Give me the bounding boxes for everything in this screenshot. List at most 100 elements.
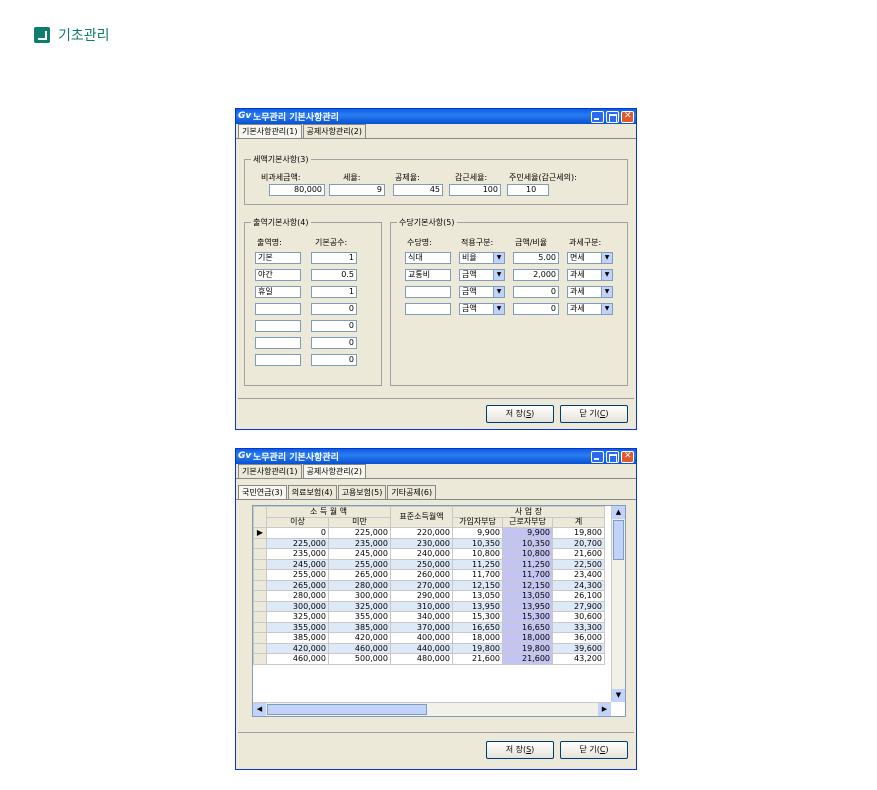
minimize-icon[interactable] <box>591 450 604 463</box>
row-selector[interactable] <box>253 642 267 654</box>
amount-input[interactable]: 5.00 <box>513 252 559 264</box>
table-row[interactable]: 385,000 420,000 400,000 18,000 18,000 36,000 <box>253 632 605 644</box>
chevron-down-icon[interactable]: ▼ <box>493 304 504 314</box>
table-cell[interactable]: 13,050 <box>502 590 553 602</box>
table-cell[interactable]: 24,300 <box>552 579 605 591</box>
row-selector[interactable] <box>253 579 267 591</box>
row-selector[interactable] <box>253 590 267 602</box>
deduction-rate-input[interactable]: 45 <box>393 184 443 196</box>
tab-deduction[interactable]: 공제사항관리(2) <box>302 124 366 138</box>
work-name-input[interactable] <box>255 303 301 315</box>
table-cell[interactable]: 18,000 <box>502 632 553 644</box>
table-cell[interactable]: 9,900 <box>452 527 503 539</box>
window-titlebar[interactable]: Gv 노무관리 기본사항관리 <box>236 449 636 464</box>
row-selector[interactable] <box>253 632 267 644</box>
amount-input[interactable]: 0 <box>513 303 559 315</box>
table-cell[interactable]: 300,000 <box>328 590 391 602</box>
tab-other[interactable]: 기타공제(6) <box>387 485 437 499</box>
table-cell[interactable]: 33,300 <box>552 621 605 633</box>
table-cell[interactable]: 13,950 <box>502 600 553 612</box>
tax-type-select[interactable]: 과세 ▼ <box>567 286 613 298</box>
table-cell[interactable]: 18,000 <box>452 632 503 644</box>
window-titlebar[interactable]: Gv 노무관리 기본사항관리 <box>236 109 636 124</box>
table-cell[interactable]: 385,000 <box>266 632 329 644</box>
table-cell[interactable]: 245,000 <box>266 558 329 570</box>
table-cell[interactable]: 26,100 <box>552 590 605 602</box>
save-button[interactable]: 저 장(S) <box>486 741 554 759</box>
table-cell[interactable]: 235,000 <box>266 548 329 560</box>
table-cell[interactable]: 480,000 <box>390 653 453 665</box>
maximize-icon[interactable] <box>606 110 619 123</box>
table-row[interactable]: 245,000 255,000 250,000 11,250 11,250 22,500 <box>253 558 605 570</box>
scroll-thumb[interactable] <box>267 704 427 715</box>
table-row[interactable]: 255,000 265,000 260,000 11,700 11,700 23,400 <box>253 569 605 581</box>
row-selector[interactable] <box>253 600 267 612</box>
table-cell[interactable]: 265,000 <box>328 569 391 581</box>
table-cell[interactable]: 325,000 <box>266 611 329 623</box>
minimize-icon[interactable] <box>591 110 604 123</box>
vertical-scrollbar[interactable]: ▲ ▼ <box>611 506 625 702</box>
table-cell[interactable]: 11,700 <box>502 569 553 581</box>
table-cell[interactable]: 240,000 <box>390 548 453 560</box>
table-cell[interactable]: 420,000 <box>328 632 391 644</box>
close-button[interactable]: 닫 기(C) <box>560 741 628 759</box>
row-selector[interactable] <box>253 611 267 623</box>
table-cell[interactable]: 310,000 <box>390 600 453 612</box>
table-cell[interactable]: 16,650 <box>452 621 503 633</box>
table-cell[interactable]: 43,200 <box>552 653 605 665</box>
close-button[interactable]: 닫 기(C) <box>560 405 628 423</box>
allowance-name-input[interactable]: 교통비 <box>405 269 451 281</box>
table-cell[interactable]: 340,000 <box>390 611 453 623</box>
tab-basic[interactable]: 기본사항관리(1) <box>238 464 302 478</box>
table-cell[interactable]: 265,000 <box>266 579 329 591</box>
allowance-name-input[interactable]: 식대 <box>405 252 451 264</box>
work-count-input[interactable]: 0 <box>311 354 357 366</box>
row-selector[interactable]: ▶ <box>253 527 267 539</box>
table-cell[interactable]: 355,000 <box>328 611 391 623</box>
resident-tax-rate-input[interactable]: 10 <box>507 184 549 196</box>
table-row[interactable]: 420,000 460,000 440,000 19,800 19,800 39,600 <box>253 642 605 654</box>
table-row[interactable]: 300,000 325,000 310,000 13,950 13,950 27,900 <box>253 600 605 612</box>
table-cell[interactable]: 370,000 <box>390 621 453 633</box>
scroll-thumb[interactable] <box>613 520 624 560</box>
row-selector[interactable] <box>253 621 267 633</box>
table-row[interactable]: 225,000 235,000 230,000 10,350 10,350 20,700 <box>253 537 605 549</box>
scroll-down-icon[interactable]: ▼ <box>612 689 625 702</box>
table-cell[interactable]: 260,000 <box>390 569 453 581</box>
table-row[interactable]: 280,000 300,000 290,000 13,050 13,050 26,100 <box>253 590 605 602</box>
close-icon[interactable] <box>621 110 634 123</box>
maximize-icon[interactable] <box>606 450 619 463</box>
table-cell[interactable]: 250,000 <box>390 558 453 570</box>
table-cell[interactable]: 225,000 <box>328 527 391 539</box>
work-name-input[interactable]: 기본 <box>255 252 301 264</box>
table-cell[interactable]: 36,000 <box>552 632 605 644</box>
income-tax-rate-input[interactable]: 100 <box>449 184 501 196</box>
table-cell[interactable]: 19,800 <box>452 642 503 654</box>
table-cell[interactable]: 325,000 <box>328 600 391 612</box>
table-cell[interactable]: 21,600 <box>552 548 605 560</box>
table-cell[interactable]: 21,600 <box>502 653 553 665</box>
chevron-down-icon[interactable]: ▼ <box>601 304 612 314</box>
table-cell[interactable]: 12,150 <box>502 579 553 591</box>
chevron-down-icon[interactable]: ▼ <box>601 287 612 297</box>
table-cell[interactable]: 500,000 <box>328 653 391 665</box>
table-cell[interactable]: 460,000 <box>328 642 391 654</box>
table-cell[interactable]: 11,700 <box>452 569 503 581</box>
table-cell[interactable]: 400,000 <box>390 632 453 644</box>
close-icon[interactable] <box>621 450 634 463</box>
tax-type-select[interactable]: 과세 ▼ <box>567 303 613 315</box>
work-name-input[interactable] <box>255 354 301 366</box>
table-cell[interactable]: 10,800 <box>452 548 503 560</box>
table-cell[interactable]: 22,500 <box>552 558 605 570</box>
table-cell[interactable]: 420,000 <box>266 642 329 654</box>
work-name-input[interactable] <box>255 320 301 332</box>
save-button[interactable]: 저 장(S) <box>486 405 554 423</box>
table-cell[interactable]: 23,400 <box>552 569 605 581</box>
allowance-name-input[interactable] <box>405 303 451 315</box>
table-cell[interactable]: 12,150 <box>452 579 503 591</box>
work-count-input[interactable]: 1 <box>311 286 357 298</box>
table-cell[interactable]: 460,000 <box>266 653 329 665</box>
tax-rate-input[interactable]: 9 <box>329 184 385 196</box>
table-cell[interactable]: 20,700 <box>552 537 605 549</box>
table-row[interactable]: 265,000 280,000 270,000 12,150 12,150 24,300 <box>253 579 605 591</box>
